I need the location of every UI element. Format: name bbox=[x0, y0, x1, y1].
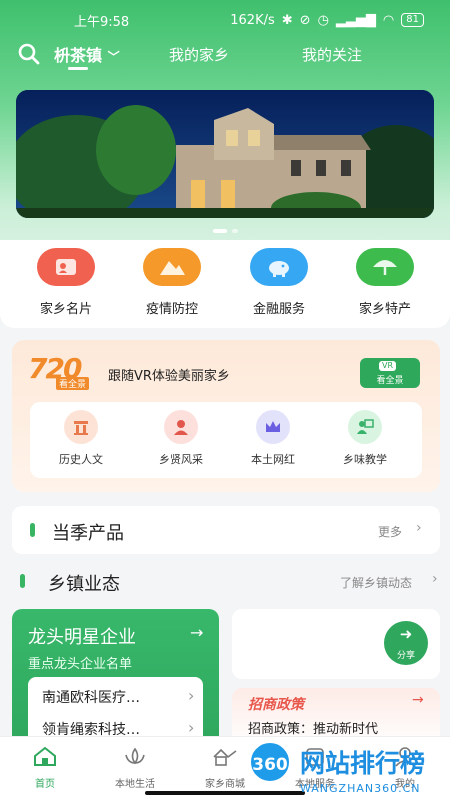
chevron-right-icon: › bbox=[188, 718, 195, 737]
vr-item-label: 乡贤风采 bbox=[159, 453, 203, 466]
share-label: 分享 bbox=[396, 651, 415, 661]
enterprise-title: 龙头明星企业 bbox=[28, 627, 136, 648]
seasonal-title: 当季产品 bbox=[52, 523, 124, 544]
share-card: ➜ 分享 bbox=[232, 609, 440, 679]
status-time: 上午9:58 bbox=[74, 14, 130, 30]
watermark-badge: 360 bbox=[248, 740, 292, 784]
chevron-right-icon: › bbox=[188, 686, 195, 705]
person-icon bbox=[164, 410, 198, 444]
quick-item-label: 家乡名片 bbox=[39, 302, 92, 317]
vr-badge: VR bbox=[379, 361, 397, 371]
arrow-right-icon: → bbox=[190, 623, 204, 642]
town-business-title: 乡镇业态 bbox=[48, 574, 120, 595]
chevron-down-icon: ﹀ bbox=[107, 50, 120, 64]
mountain-icon bbox=[143, 248, 201, 286]
tab-my-hometown[interactable]: 我的家乡 bbox=[169, 44, 229, 65]
enterprise-item[interactable]: 南通欧科医疗… bbox=[42, 687, 140, 707]
quick-item-label: 金融服务 bbox=[252, 302, 305, 317]
house-icon bbox=[213, 748, 237, 766]
vr-item-label: 历史人文 bbox=[59, 453, 103, 466]
share-button[interactable]: ➜ 分享 bbox=[384, 621, 428, 665]
top-nav: 枡茶镇 ﹀ 我的家乡 我的关注 bbox=[0, 40, 450, 70]
quick-menu: 家乡名片 疫情防控 金融服务 家乡特产 bbox=[0, 240, 450, 328]
site-watermark: 360 网站排行榜 WANGZHAN360.CN bbox=[246, 738, 450, 800]
vr-item-local-flavor[interactable]: 乡味教学 bbox=[320, 410, 410, 467]
hometown-card-icon bbox=[37, 248, 95, 286]
fan-icon bbox=[356, 248, 414, 286]
quick-item-label: 疫情防控 bbox=[145, 302, 198, 317]
chevron-right-icon: › bbox=[432, 571, 438, 587]
vr-view-button[interactable]: VR 看全景 bbox=[360, 358, 420, 388]
bluetooth-icon: ✱ bbox=[281, 12, 293, 28]
pagination-dot-active[interactable] bbox=[212, 229, 227, 233]
section-marker bbox=[20, 574, 25, 588]
quick-item-local-specialty[interactable]: 家乡特产 bbox=[335, 248, 435, 317]
signal-icon: ▂▃▅▇ bbox=[335, 12, 376, 28]
lotus-icon bbox=[125, 747, 145, 765]
active-tab-indicator bbox=[68, 67, 88, 70]
policy-header: 招商政策 bbox=[248, 697, 304, 713]
vr-item-influencers[interactable]: 本土网红 bbox=[228, 410, 318, 467]
quick-item-label: 家乡特产 bbox=[358, 302, 411, 317]
banner-pagination bbox=[0, 229, 450, 233]
watermark-title: 网站排行榜 bbox=[300, 749, 426, 778]
watermark-url: WANGZHAN360.CN bbox=[300, 782, 421, 795]
vr-item-sages[interactable]: 乡贤风采 bbox=[136, 410, 226, 467]
vr-title: 跟随VR体验美丽家乡 bbox=[108, 369, 230, 384]
vr-section: 720 看全景 跟随VR体验美丽家乡 VR 看全景 历史人文 乡贤风采 本土网红 bbox=[12, 340, 440, 492]
temple-icon bbox=[64, 410, 98, 444]
vr-button-label: 看全景 bbox=[376, 376, 404, 386]
vr-720-logo: 720 看全景 bbox=[28, 352, 102, 390]
battery-icon: 81 bbox=[401, 13, 424, 27]
status-bar: 上午9:58 162K/s ✱ ⊘ ◷ ▂▃▅▇ ◠ 81 bbox=[0, 0, 450, 40]
town-business-link[interactable]: 了解乡镇动态 bbox=[340, 574, 412, 591]
tab-my-follows[interactable]: 我的关注 bbox=[302, 44, 362, 65]
enterprise-card[interactable]: 龙头明星企业 → 重点龙头企业名单 南通欧科医疗… › 领肯绳索科技… › bbox=[12, 609, 219, 740]
seasonal-products-bar[interactable]: 当季产品 更多 › bbox=[12, 506, 440, 554]
tab-label: 本地生活 bbox=[115, 779, 155, 790]
home-icon bbox=[34, 746, 56, 766]
tab-label: 首页 bbox=[35, 779, 55, 790]
search-icon[interactable] bbox=[18, 43, 40, 65]
location-selector[interactable]: 枡茶镇 ﹀ bbox=[54, 42, 120, 70]
enterprise-list: 南通欧科医疗… › 领肯绳索科技… › bbox=[28, 677, 203, 740]
quick-item-epidemic-control[interactable]: 疫情防控 bbox=[122, 248, 222, 317]
location-label: 枡茶镇 bbox=[54, 46, 103, 65]
seasonal-more-link[interactable]: 更多 bbox=[378, 523, 402, 540]
network-speed: 162K/s bbox=[230, 12, 275, 28]
banner-photo bbox=[16, 90, 434, 218]
quick-item-hometown-card[interactable]: 家乡名片 bbox=[16, 248, 116, 317]
policy-text: 招商政策：推动新时代 bbox=[248, 722, 379, 737]
wifi-icon: ◠ bbox=[382, 12, 395, 28]
vr-item-label: 本土网红 bbox=[251, 453, 295, 466]
vr-item-label: 乡味教学 bbox=[343, 453, 387, 466]
section-marker bbox=[30, 523, 35, 537]
piggy-bank-icon bbox=[250, 248, 308, 286]
chevron-right-icon: › bbox=[416, 520, 422, 536]
tab-local-life[interactable]: 本地生活 bbox=[95, 745, 175, 790]
arrow-right-icon: → bbox=[412, 692, 424, 708]
pagination-dot[interactable] bbox=[231, 229, 238, 233]
mute-icon: ⊘ bbox=[299, 12, 311, 28]
share-icon: ➜ bbox=[399, 625, 413, 643]
tab-home[interactable]: 首页 bbox=[5, 745, 85, 790]
vr-item-history[interactable]: 历史人文 bbox=[36, 410, 126, 467]
enterprise-subtitle: 重点龙头企业名单 bbox=[28, 657, 133, 672]
vr-categories: 历史人文 乡贤风采 本土网红 乡味教学 bbox=[30, 402, 422, 478]
banner-image[interactable] bbox=[16, 90, 434, 218]
crown-icon bbox=[256, 410, 290, 444]
quick-item-financial-service[interactable]: 金融服务 bbox=[229, 248, 329, 317]
alarm-icon: ◷ bbox=[317, 12, 329, 28]
teacher-icon bbox=[348, 410, 382, 444]
